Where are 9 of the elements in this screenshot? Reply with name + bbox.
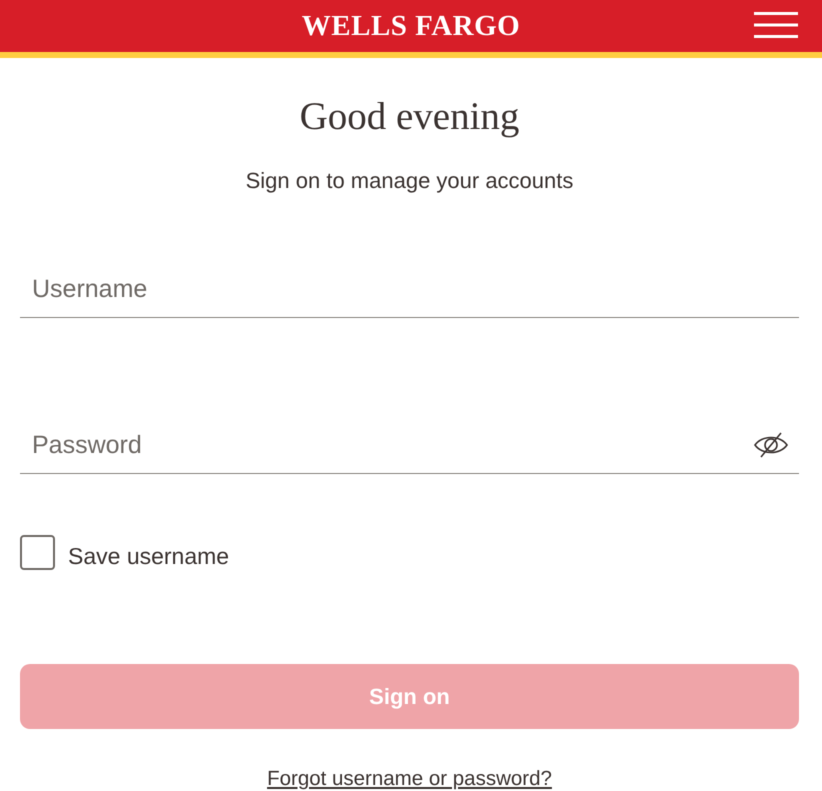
save-username-checkbox[interactable]	[20, 535, 55, 570]
greeting-title: Good evening	[300, 96, 520, 138]
checkbox-label: Save username	[68, 542, 230, 570]
forgot-link[interactable]: Forgot username or password?	[267, 767, 552, 791]
password-field[interactable]: Password	[20, 417, 753, 473]
username-field[interactable]: Username	[20, 261, 789, 317]
logo: WELLS FARGO	[302, 10, 520, 42]
subtitle: Sign on to manage your accounts	[246, 168, 574, 194]
menu-icon[interactable]	[754, 12, 798, 38]
